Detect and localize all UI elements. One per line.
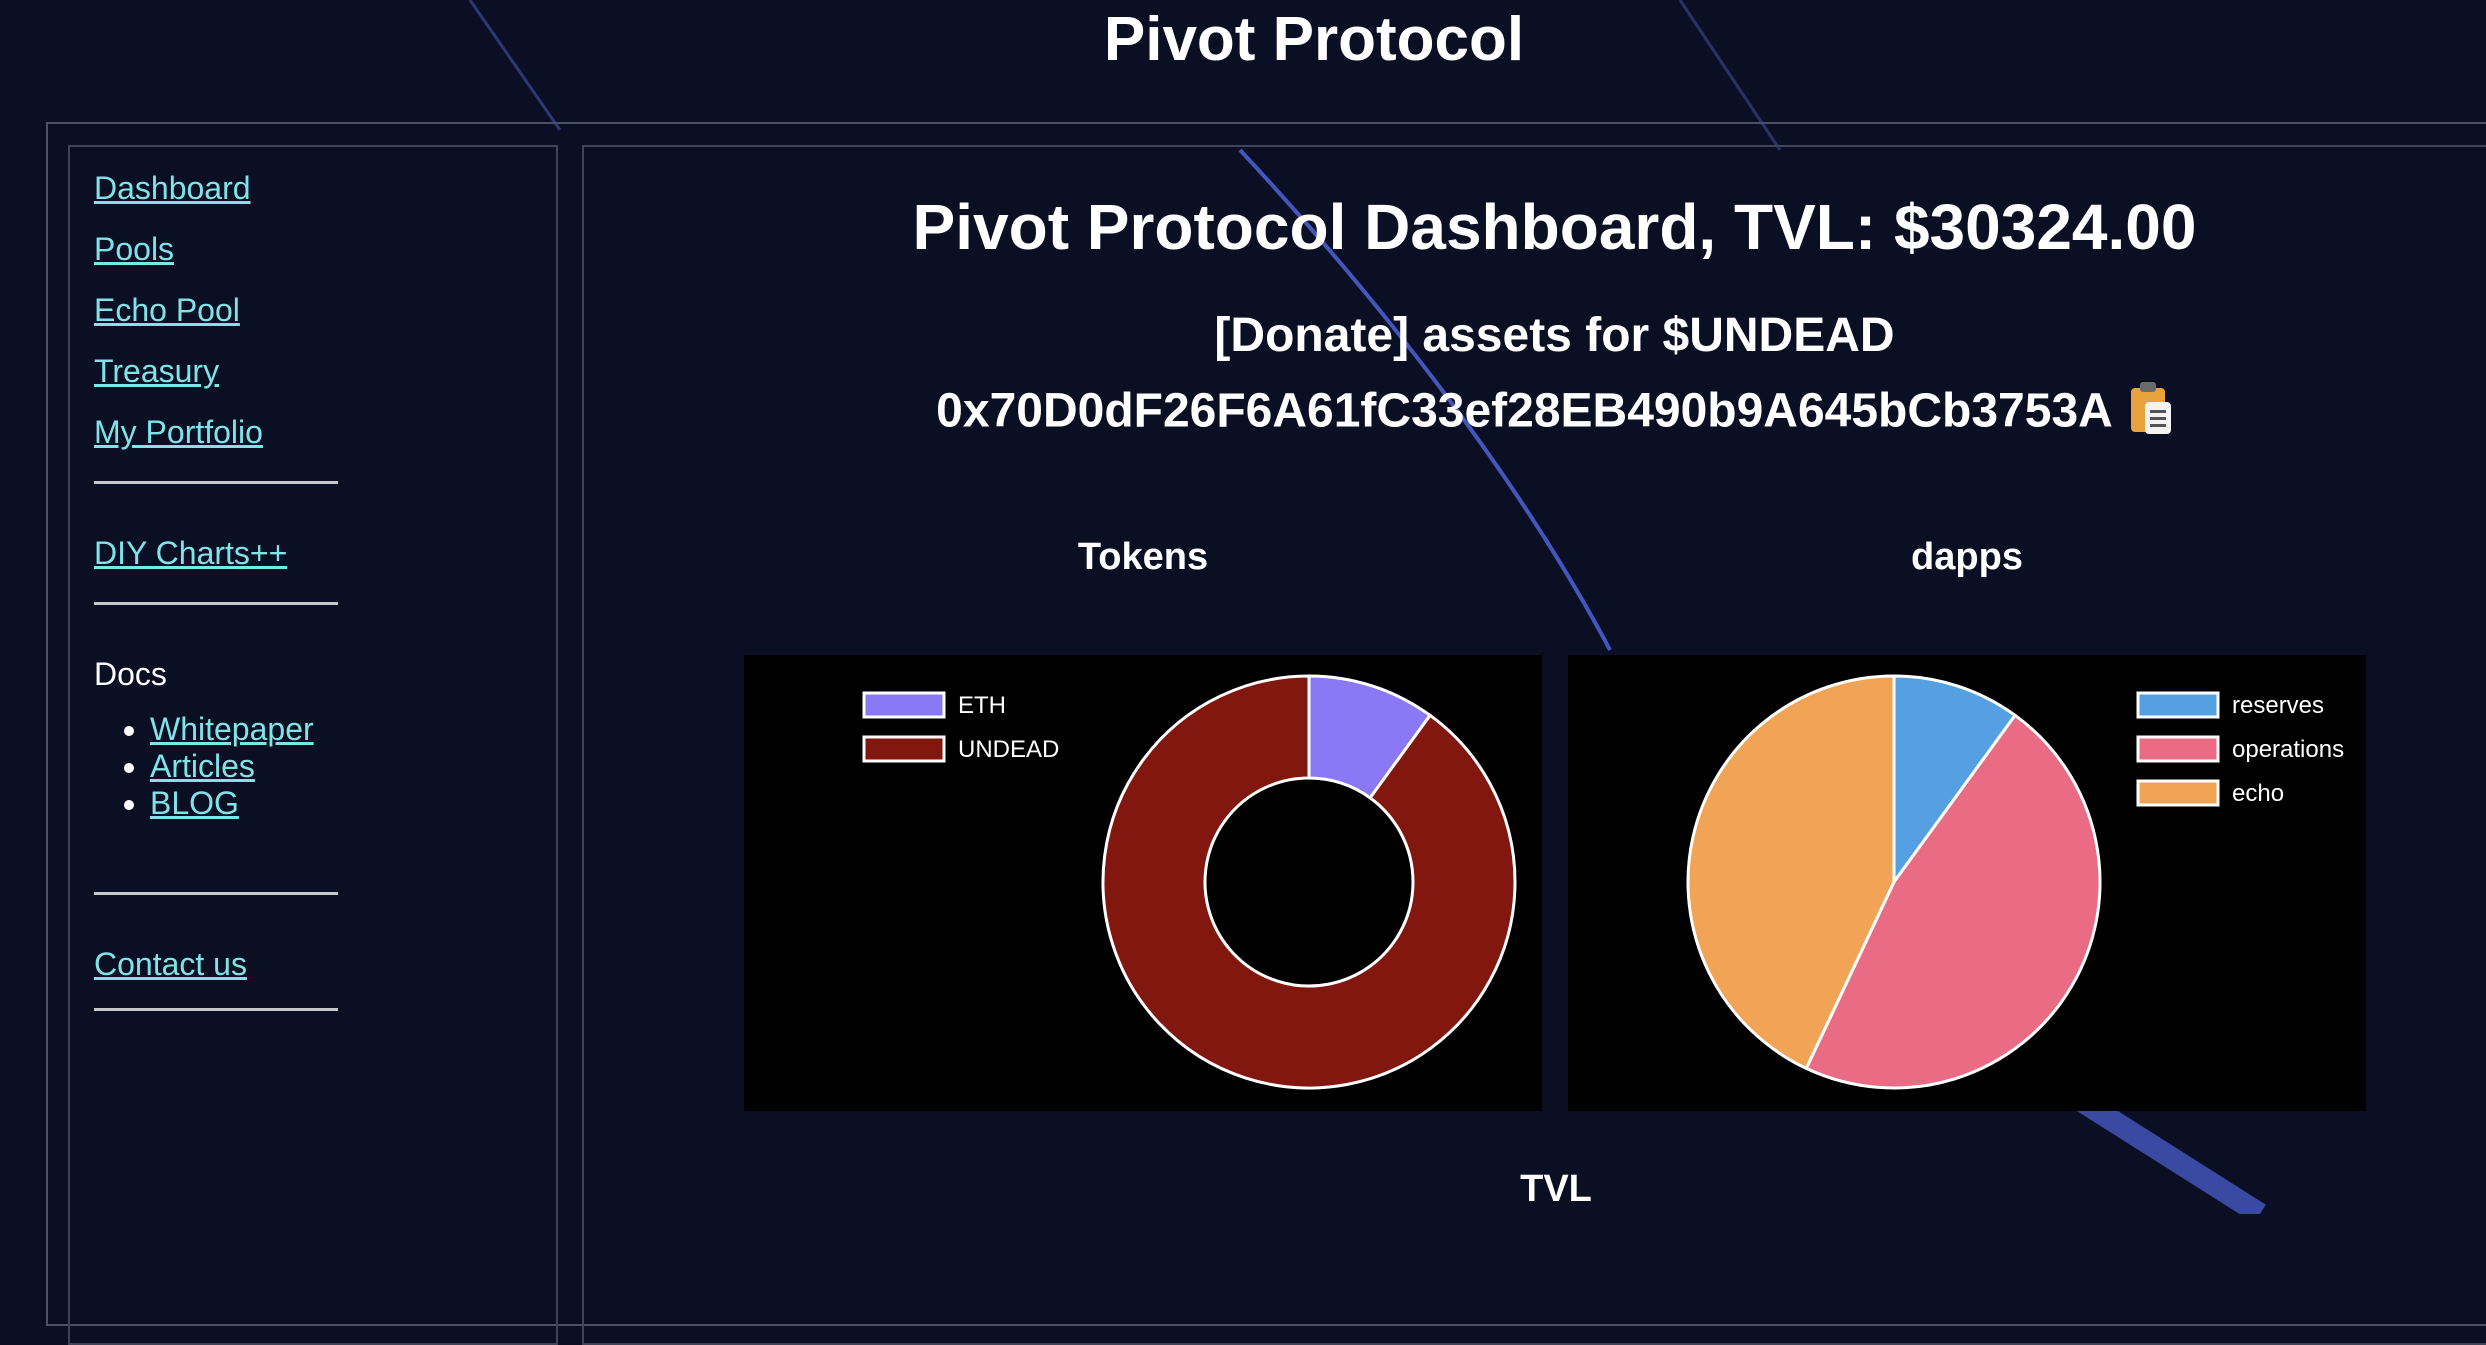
tokens-chart-title: Tokens — [1077, 536, 1209, 578]
tokens-chart: ETH UNDEAD — [744, 655, 1542, 1111]
legend-label-eth[interactable]: ETH — [958, 692, 1006, 719]
legend-swatch-undead[interactable] — [862, 735, 946, 763]
docs-list-item: BLOG — [150, 785, 556, 822]
sidebar-link-pools[interactable]: Pools — [94, 232, 556, 266]
legend-swatch-operations[interactable] — [2136, 735, 2220, 763]
legend-swatch-echo[interactable] — [2136, 779, 2220, 807]
legend-label-undead[interactable]: UNDEAD — [958, 736, 1059, 763]
sidebar-link-my-portfolio[interactable]: My Portfolio — [94, 415, 556, 449]
dapps-chart-svg: reserves operations echo — [1686, 674, 2344, 1090]
legend-label-operations[interactable]: operations — [2232, 736, 2344, 763]
clipboard-icon[interactable] — [2129, 380, 2173, 448]
docs-list-item: Whitepaper — [150, 711, 556, 748]
donate-text[interactable]: [Donate] assets for $UNDEAD — [582, 308, 2486, 363]
donation-address-row: 0x70D0dF26F6A61fC33ef28EB490b9A645bCb375… — [582, 380, 2486, 448]
sidebar-link-echo-pool[interactable]: Echo Pool — [94, 293, 556, 327]
docs-list: Whitepaper Articles BLOG — [94, 711, 556, 822]
sidebar: Dashboard Pools Echo Pool Treasury My Po… — [68, 145, 558, 1345]
legend-swatch-eth[interactable] — [862, 691, 946, 719]
tokens-chart-svg: ETH UNDEAD — [862, 674, 1517, 1090]
legend-label-reserves[interactable]: reserves — [2232, 692, 2324, 719]
sidebar-link-treasury[interactable]: Treasury — [94, 354, 556, 388]
sidebar-divider — [94, 602, 338, 605]
sidebar-divider — [94, 481, 338, 484]
slice-undead[interactable] — [1101, 674, 1517, 1090]
donation-address[interactable]: 0x70D0dF26F6A61fC33ef28EB490b9A645bCb375… — [936, 385, 2113, 438]
sidebar-link-contact-us[interactable]: Contact us — [94, 947, 556, 981]
dapps-chart: reserves operations echo — [1568, 655, 2366, 1111]
legend-swatch-reserves[interactable] — [2136, 691, 2220, 719]
dapps-chart-title: dapps — [1911, 536, 2023, 578]
docs-link-whitepaper[interactable]: Whitepaper — [150, 711, 314, 747]
sidebar-divider — [94, 1008, 338, 1011]
docs-link-articles[interactable]: Articles — [150, 748, 255, 784]
docs-heading: Docs — [94, 656, 167, 692]
sidebar-divider — [94, 892, 338, 895]
docs-link-blog[interactable]: BLOG — [150, 785, 239, 821]
docs-list-item: Articles — [150, 748, 556, 785]
dashboard-title: Pivot Protocol Dashboard, TVL: $30324.00 — [912, 191, 2197, 263]
sidebar-link-dashboard[interactable]: Dashboard — [94, 171, 556, 205]
page-title: Pivot Protocol — [1103, 5, 1525, 74]
sidebar-link-diy-charts[interactable]: DIY Charts++ — [94, 536, 556, 570]
tvl-chart-title: TVL — [1520, 1168, 1592, 1210]
legend-label-echo[interactable]: echo — [2232, 780, 2284, 807]
